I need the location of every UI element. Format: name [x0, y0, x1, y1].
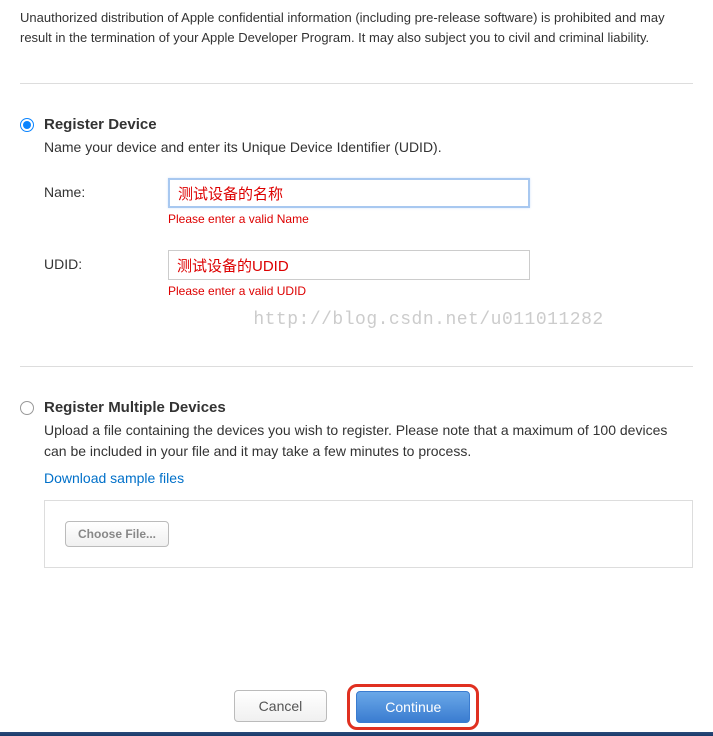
register-multiple-desc: Upload a file containing the devices you…	[44, 420, 693, 462]
watermark-text: http://blog.csdn.net/u011011282	[164, 310, 693, 330]
name-input[interactable]	[168, 178, 530, 208]
register-multiple-section: Register Multiple Devices Upload a file …	[20, 367, 693, 604]
file-upload-box: Choose File...	[44, 500, 693, 568]
name-label: Name:	[44, 178, 168, 200]
legal-notice: Unauthorized distribution of Apple confi…	[20, 8, 693, 47]
register-device-title: Register Device	[44, 116, 693, 133]
udid-error: Please enter a valid UDID	[168, 284, 530, 298]
register-device-section: Register Device Name your device and ent…	[20, 84, 693, 366]
continue-highlight: Continue	[347, 684, 479, 730]
cancel-button[interactable]: Cancel	[234, 690, 328, 722]
register-multiple-title: Register Multiple Devices	[44, 399, 693, 416]
register-device-desc: Name your device and enter its Unique De…	[44, 137, 693, 158]
name-error: Please enter a valid Name	[168, 212, 530, 226]
footer-buttons: Cancel Continue	[20, 690, 693, 732]
continue-button[interactable]: Continue	[356, 691, 470, 723]
bottom-bar	[0, 732, 713, 736]
register-device-radio[interactable]	[20, 118, 34, 132]
udid-label: UDID:	[44, 250, 168, 272]
download-sample-link[interactable]: Download sample files	[44, 470, 184, 486]
choose-file-button[interactable]: Choose File...	[65, 521, 169, 547]
register-multiple-radio[interactable]	[20, 401, 34, 415]
udid-input[interactable]	[168, 250, 530, 280]
